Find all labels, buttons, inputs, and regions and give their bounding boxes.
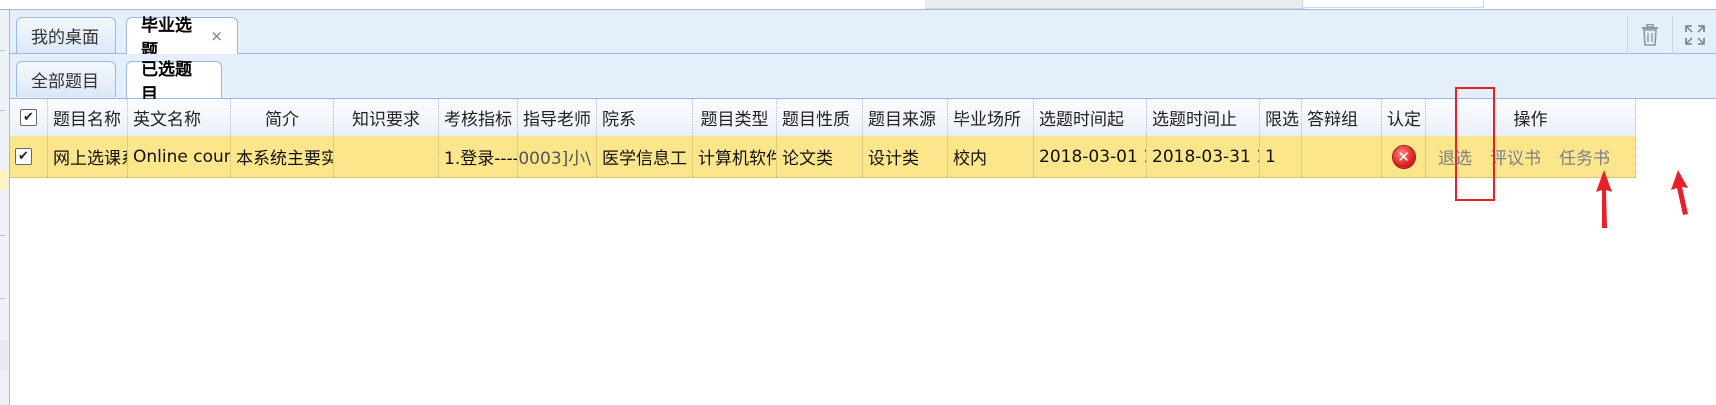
cell-department: 医学信息工 xyxy=(597,136,693,177)
error-x-icon: ✕ xyxy=(1392,145,1415,168)
sidebar-tick xyxy=(0,50,5,51)
sidebar-gray-block xyxy=(0,340,8,370)
row-select-cell[interactable]: ✔ xyxy=(10,136,48,177)
fullscreen-button[interactable] xyxy=(1672,16,1716,54)
review-form-link[interactable]: 评议书 xyxy=(1490,144,1541,169)
col-header[interactable]: 毕业场所 xyxy=(948,99,1034,136)
col-header[interactable]: 答辩组 xyxy=(1302,99,1382,136)
cell-approved: ✕ xyxy=(1382,136,1426,177)
trash-button[interactable] xyxy=(1627,16,1672,54)
cell-title: 网上选课系 xyxy=(48,136,128,177)
sidebar-tick xyxy=(0,298,5,299)
cell-english-name: Online course xyxy=(128,136,231,177)
row-checkbox[interactable]: ✔ xyxy=(15,148,32,165)
tab-label: 全部题目 xyxy=(31,72,99,92)
sidebar-tick xyxy=(0,235,5,236)
annotation-red-box xyxy=(1455,87,1495,201)
col-header[interactable]: 限选 xyxy=(1260,99,1302,136)
outer-tab-bar: 我的桌面 毕业选题 × xyxy=(10,10,1716,61)
cell-end-time: 2018-03-31 1 xyxy=(1147,136,1260,177)
col-header[interactable]: 英文名称 xyxy=(128,99,231,136)
col-header[interactable]: 选题时间止 xyxy=(1147,99,1260,136)
tab-selected-topics[interactable]: 已选题目 xyxy=(126,60,222,105)
grid-header-row: ✔ 题目名称 英文名称 简介 知识要求 考核指标 指导老师 院系 题目类型 题目… xyxy=(10,99,1636,137)
table-row[interactable]: ✔ 网上选课系 Online course 本系统主要实 1.登录----- [… xyxy=(10,136,1636,178)
col-header[interactable]: 选题时间起 xyxy=(1034,99,1147,136)
cell-nature: 论文类 xyxy=(777,136,863,177)
top-search-box[interactable] xyxy=(1302,0,1484,8)
cell-place: 校内 xyxy=(948,136,1034,177)
fullscreen-icon xyxy=(1685,25,1705,45)
col-header[interactable]: 题目性质 xyxy=(777,99,863,136)
cell-teacher: [0003]小\ xyxy=(518,136,597,177)
tab-graduation-topics[interactable]: 毕业选题 × xyxy=(126,16,238,61)
cell-defense-group xyxy=(1302,136,1382,177)
top-strip xyxy=(0,0,1716,10)
trash-icon xyxy=(1642,24,1658,46)
annotation-arrow xyxy=(1671,170,1688,215)
col-header[interactable]: 指导老师 xyxy=(518,99,597,136)
select-all-checkbox[interactable]: ✔ xyxy=(20,109,37,126)
col-header[interactable]: 院系 xyxy=(597,99,693,136)
col-header[interactable]: 认定 xyxy=(1382,99,1426,136)
cell-limit: 1 xyxy=(1260,136,1302,177)
cell-knowledge xyxy=(334,136,439,177)
col-header[interactable]: 题目名称 xyxy=(48,99,128,136)
col-header[interactable]: 题目来源 xyxy=(863,99,948,136)
left-sidebar-edge xyxy=(0,10,10,405)
tab-label: 已选题目 xyxy=(141,60,192,105)
sidebar-tick xyxy=(0,110,5,111)
annotation-arrow xyxy=(1596,170,1612,228)
task-book-link[interactable]: 任务书 xyxy=(1559,144,1610,169)
sidebar-highlight xyxy=(0,170,8,190)
tab-my-desktop[interactable]: 我的桌面 xyxy=(16,17,116,53)
tab-label: 我的桌面 xyxy=(31,28,99,48)
cell-source: 设计类 xyxy=(863,136,948,177)
select-all-cell[interactable]: ✔ xyxy=(10,99,48,136)
cell-type: 计算机软件 xyxy=(693,136,777,177)
tab-close-icon[interactable]: × xyxy=(210,27,223,45)
cell-indicator: 1.登录----- xyxy=(439,136,518,177)
top-toolbar-area xyxy=(925,0,1305,9)
col-header[interactable]: 题目类型 xyxy=(693,99,777,136)
col-header[interactable]: 考核指标 xyxy=(439,99,518,136)
cell-start-time: 2018-03-01 1 xyxy=(1034,136,1147,177)
col-header[interactable]: 简介 xyxy=(231,99,334,136)
tab-all-topics[interactable]: 全部题目 xyxy=(16,61,116,97)
col-header[interactable]: 知识要求 xyxy=(334,99,439,136)
cell-intro: 本系统主要实 xyxy=(231,136,334,177)
